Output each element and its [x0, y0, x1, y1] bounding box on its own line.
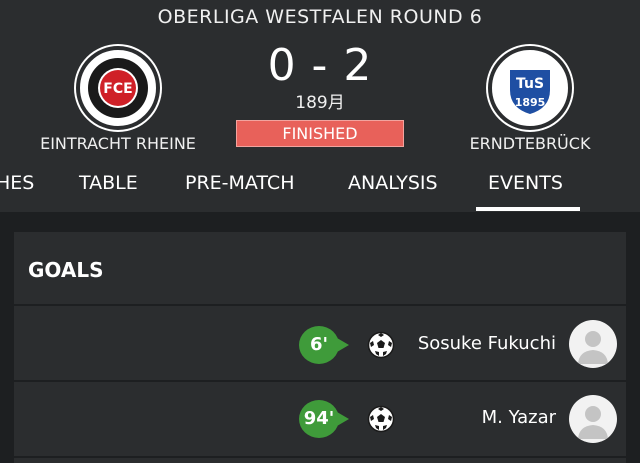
home-crest-text: FCE: [103, 81, 132, 97]
goal-minute-badge: 94': [299, 400, 349, 438]
away-crest-text: TuS: [516, 76, 544, 92]
goal-minute-badge: 6': [299, 326, 349, 364]
soccer-ball-icon: [367, 331, 395, 359]
avatar[interactable]: [569, 320, 617, 368]
player-avatar-icon: [578, 331, 608, 364]
divider: [14, 456, 626, 458]
away-team-name[interactable]: ERNDTEBRÜCK: [440, 134, 620, 153]
goal-scorer-name[interactable]: M. Yazar: [398, 407, 556, 428]
tab-events[interactable]: EVENTS: [488, 172, 563, 194]
soccer-ball-icon: [367, 405, 395, 433]
goals-section-title: GOALS: [28, 258, 104, 282]
eintracht-rheine-logo-icon: FCE: [84, 54, 152, 122]
active-tab-indicator: [476, 207, 580, 211]
home-team-crest[interactable]: FCE: [76, 46, 160, 130]
home-team-name[interactable]: EINTRACHT RHEINE: [20, 134, 216, 153]
league-round-title: OBERLIGA WESTFALEN ROUND 6: [157, 6, 483, 28]
tab-analysis[interactable]: ANALYSIS: [348, 172, 438, 194]
tab-matches[interactable]: HES: [0, 172, 34, 194]
goal-scorer-name[interactable]: Sosuke Fukuchi: [398, 333, 556, 354]
divider: [14, 380, 626, 382]
player-avatar-icon: [578, 406, 608, 439]
match-date: 189月: [295, 93, 345, 113]
tab-table[interactable]: TABLE: [79, 172, 138, 194]
tab-pre-match[interactable]: PRE-MATCH: [185, 172, 294, 194]
match-score: 0 - 2: [267, 40, 373, 91]
erndtebrueck-logo-icon: TuS 1895: [496, 54, 564, 122]
away-crest-year: 1895: [515, 96, 546, 109]
match-status-badge: FINISHED: [236, 120, 404, 147]
avatar[interactable]: [569, 395, 617, 443]
away-team-crest[interactable]: TuS 1895: [488, 46, 572, 130]
divider: [14, 304, 626, 306]
match-header: OBERLIGA WESTFALEN ROUND 6 FCE EINTRACHT…: [0, 0, 640, 212]
